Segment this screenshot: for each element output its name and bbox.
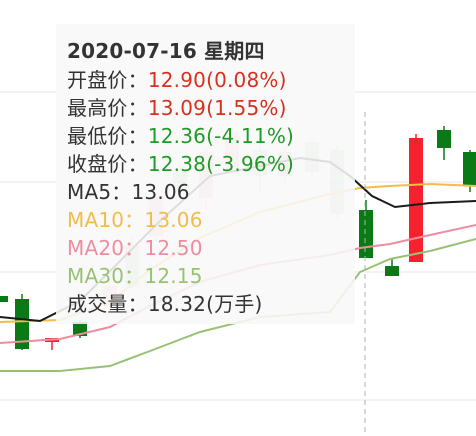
candle-body <box>0 296 8 302</box>
tooltip-row-value: 12.90(0.08%) <box>147 68 287 92</box>
tooltip-row-value: 13.06 <box>144 208 203 232</box>
kline-chart-panel[interactable]: 2020-07-16 星期四 开盘价：12.90(0.08%) 最高价：13.09… <box>0 0 476 436</box>
tooltip-row: MA5：13.06 <box>67 178 355 206</box>
tooltip-row: MA10：13.06 <box>67 206 355 234</box>
candle-body <box>463 152 476 186</box>
tooltip-row-value: 12.36(-4.11%) <box>147 124 295 148</box>
tooltip-date: 2020-07-16 星期四 <box>67 39 265 63</box>
tooltip-row: 成交量：18.32(万手) <box>67 290 355 318</box>
tooltip-rows: 开盘价：12.90(0.08%) 最高价：13.09(1.55%) 最低价：12.3… <box>67 66 355 318</box>
tooltip-row-value: 12.50 <box>144 236 203 260</box>
tooltip-row-label: MA10： <box>67 208 145 232</box>
candle-up <box>409 134 423 262</box>
tooltip-row-value: 13.06 <box>131 180 190 204</box>
tooltip-row-label: 最高价： <box>67 96 148 120</box>
tooltip-row: 最低价：12.36(-4.11%) <box>67 122 355 150</box>
tooltip-row: 开盘价：12.90(0.08%) <box>67 66 355 94</box>
tooltip-row-value: 18.32(万手) <box>147 292 263 316</box>
candle-body <box>437 130 451 148</box>
tooltip-row-label: 最低价： <box>67 124 148 148</box>
tooltip-row: 最高价：13.09(1.55%) <box>67 94 355 122</box>
tooltip-row-label: MA30： <box>67 264 145 288</box>
tooltip-row: MA20：12.50 <box>67 234 355 262</box>
candle-body <box>359 210 373 258</box>
tooltip-row-label: 成交量： <box>67 292 148 316</box>
tooltip-row: MA30：12.15 <box>67 262 355 290</box>
ohlc-tooltip: 2020-07-16 星期四 开盘价：12.90(0.08%) 最高价：13.09… <box>56 24 355 324</box>
tooltip-row-value: 13.09(1.55%) <box>147 96 287 120</box>
candle-down <box>437 126 451 160</box>
tooltip-row-label: MA20： <box>67 236 145 260</box>
tooltip-row-value: 12.38(-3.96%) <box>147 152 295 176</box>
tooltip-row: 收盘价：12.38(-3.96%) <box>67 150 355 178</box>
candle-body <box>385 266 399 276</box>
tooltip-row-label: 收盘价： <box>67 152 148 176</box>
candle-body <box>409 138 423 262</box>
candle-down <box>0 296 8 302</box>
tooltip-row-label: 开盘价： <box>67 68 148 92</box>
tooltip-row-value: 12.15 <box>144 264 203 288</box>
candle-down <box>359 200 373 258</box>
tooltip-row-label: MA5： <box>67 180 132 204</box>
